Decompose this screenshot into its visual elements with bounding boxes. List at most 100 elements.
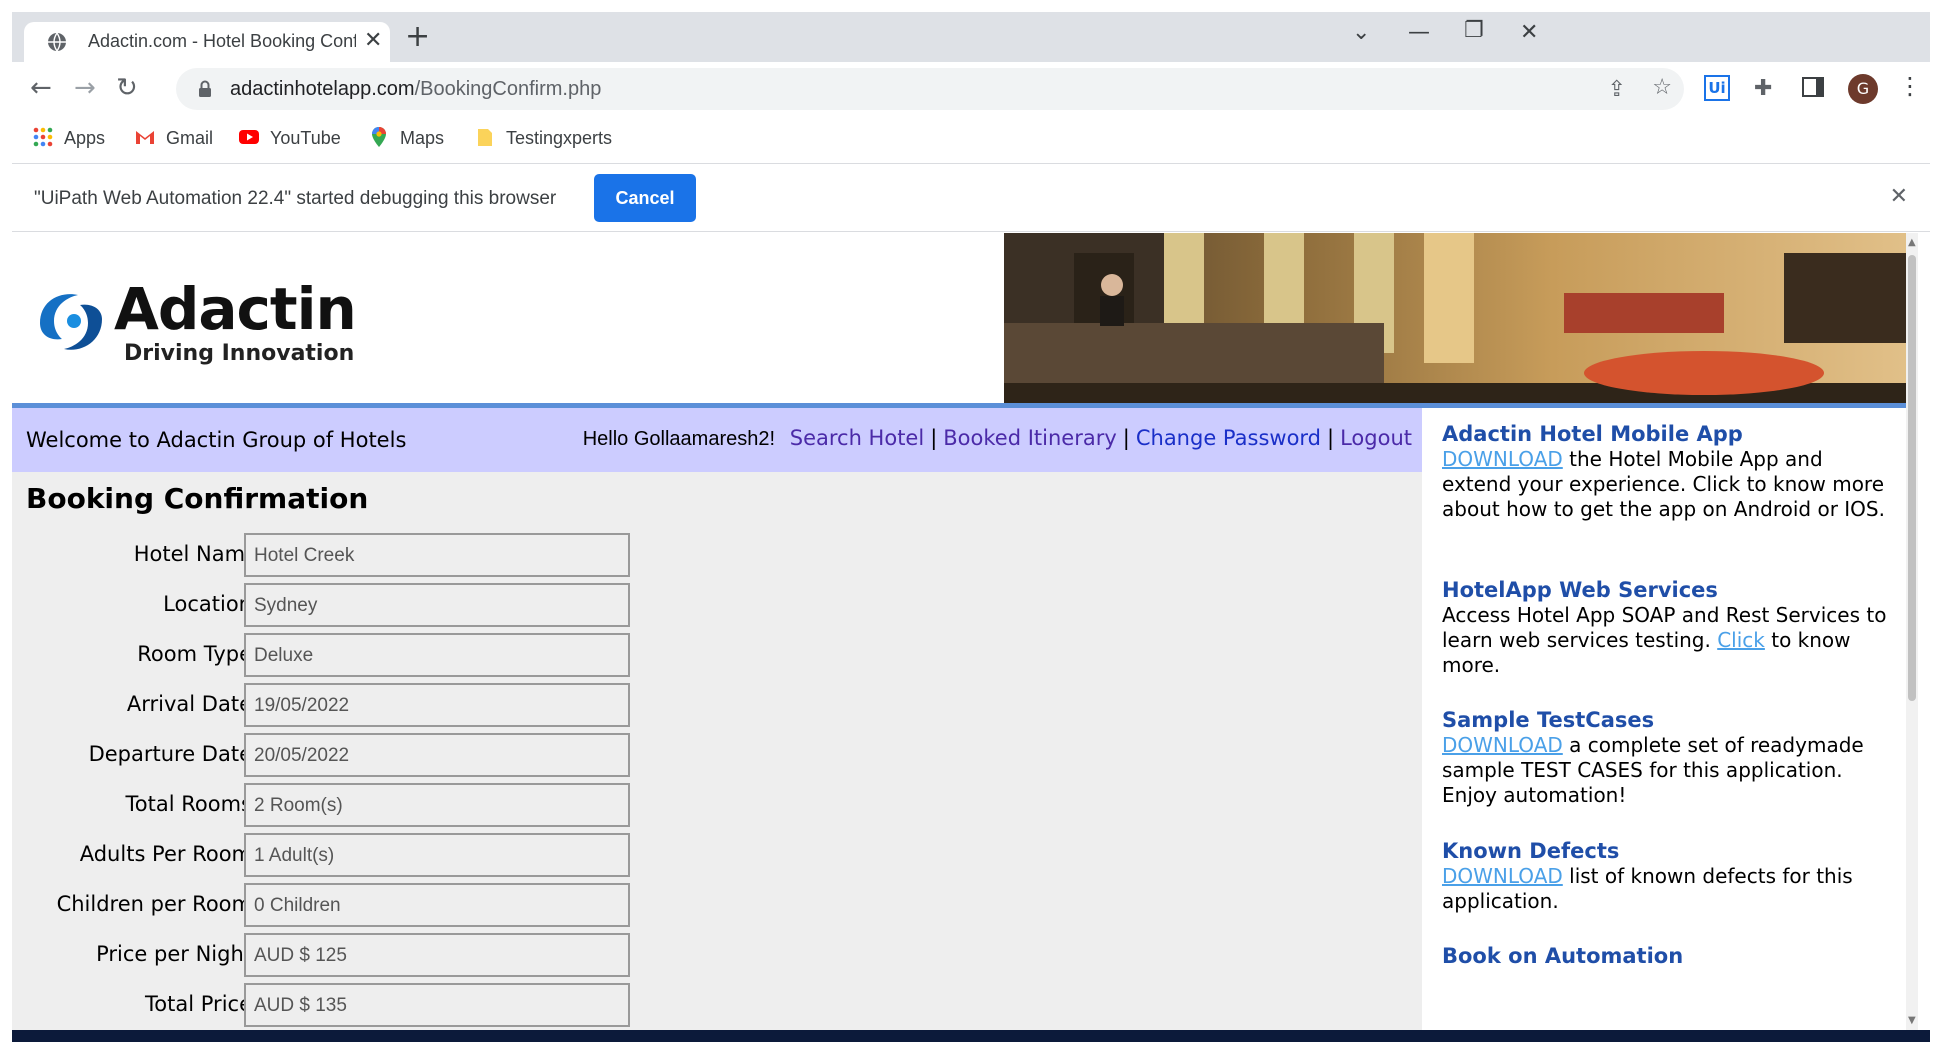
lock-icon xyxy=(199,80,211,97)
known-defects-section: Known Defects DOWNLOAD list of known def… xyxy=(1442,839,1892,914)
book-section: Book on Automation xyxy=(1442,944,1892,969)
bookmark-apps[interactable]: Apps xyxy=(32,127,106,150)
total-rooms-field[interactable]: 2 Room(s) xyxy=(244,783,630,827)
scroll-up-icon[interactable]: ▲ xyxy=(1908,237,1916,248)
share-icon[interactable]: ⇪ xyxy=(1608,77,1626,102)
url-text: adactinhotelapp.com/BookingConfirm.php xyxy=(230,78,602,100)
extensions-puzzle-icon[interactable]: ✚ xyxy=(1754,76,1772,101)
booked-itinerary-link[interactable]: Booked Itinerary xyxy=(943,426,1117,450)
location-field[interactable]: Sydney xyxy=(244,583,630,627)
bookmark-gmail[interactable]: Gmail xyxy=(134,128,213,150)
scroll-down-icon[interactable]: ▼ xyxy=(1908,1015,1916,1026)
tab-title: Adactin.com - Hotel Booking Confirmation xyxy=(88,31,356,51)
restore-icon[interactable]: ❐ xyxy=(1464,18,1484,43)
location-row: Location Sydney xyxy=(12,583,652,627)
reload-icon[interactable]: ↻ xyxy=(116,74,138,102)
cancel-debugging-button[interactable]: Cancel xyxy=(594,174,696,222)
minimize-icon[interactable]: — xyxy=(1408,20,1430,45)
logo-tagline: Driving Innovation xyxy=(124,341,355,366)
mobile-app-download-link[interactable]: DOWNLOAD xyxy=(1442,447,1563,471)
price-per-night-row: Price per Night AUD $ 125 xyxy=(12,933,652,977)
location-label: Location xyxy=(163,592,252,616)
mobile-app-section: Adactin Hotel Mobile App DOWNLOAD the Ho… xyxy=(1442,422,1892,522)
maps-pin-icon xyxy=(372,127,386,148)
page-footer-strip xyxy=(12,1030,1930,1042)
bookmark-star-icon[interactable]: ☆ xyxy=(1652,75,1672,100)
infobar-close-icon[interactable]: ✕ xyxy=(1890,184,1908,209)
address-bar[interactable]: adactinhotelapp.com/BookingConfirm.php ⇪… xyxy=(176,68,1684,110)
tab-close-icon[interactable]: ✕ xyxy=(364,28,382,53)
adults-per-room-field[interactable]: 1 Adult(s) xyxy=(244,833,630,877)
departure-date-row: Departure Date 20/05/2022 xyxy=(12,733,652,777)
side-panel-icon[interactable] xyxy=(1802,77,1824,97)
debug-infobar: "UiPath Web Automation 22.4" started deb… xyxy=(12,164,1930,232)
adults-per-room-label: Adults Per Room xyxy=(79,842,252,866)
departure-date-field[interactable]: 20/05/2022 xyxy=(244,733,630,777)
test-cases-heading: Sample TestCases xyxy=(1442,708,1655,732)
departure-date-label: Departure Date xyxy=(88,742,252,766)
total-price-field[interactable]: AUD $ 135 xyxy=(244,983,630,1027)
total-price-row: Total Price AUD $ 135 xyxy=(12,983,652,1027)
web-services-section: HotelApp Web Services Access Hotel App S… xyxy=(1442,578,1892,678)
bookmark-testingxperts[interactable]: Testingxperts xyxy=(474,128,612,150)
price-per-night-label: Price per Night xyxy=(96,942,252,966)
welcome-text: Welcome to Adactin Group of Hotels xyxy=(26,428,407,452)
adults-per-room-row: Adults Per Room 1 Adult(s) xyxy=(12,833,652,877)
book-on-automation-heading[interactable]: Book on Automation xyxy=(1442,944,1892,969)
hotel-name-field[interactable]: Hotel Creek xyxy=(244,533,630,577)
adactin-logo[interactable]: Adactin Driving Innovation xyxy=(32,273,362,373)
nav-separator: | xyxy=(930,426,938,450)
change-password-link[interactable]: Change Password xyxy=(1136,426,1321,450)
uipath-extension-icon[interactable]: Ui xyxy=(1704,75,1730,101)
web-services-heading: HotelApp Web Services xyxy=(1442,578,1718,602)
hotel-lobby-image xyxy=(1004,233,1918,403)
youtube-icon xyxy=(239,130,259,145)
hotel-name-label: Hotel Name xyxy=(133,542,258,566)
children-per-room-field[interactable]: 0 Children xyxy=(244,883,630,927)
infobar-message: "UiPath Web Automation 22.4" started deb… xyxy=(34,188,557,209)
price-per-night-field[interactable]: AUD $ 125 xyxy=(244,933,630,977)
bookmark-apps-label: Apps xyxy=(64,128,106,148)
search-hotel-link[interactable]: Search Hotel xyxy=(790,426,924,450)
window-close-icon[interactable]: ✕ xyxy=(1520,20,1538,45)
profile-avatar[interactable]: G xyxy=(1848,74,1878,104)
bookmark-youtube-label: YouTube xyxy=(270,128,341,148)
hello-user-text: Hello Gollaamaresh2! xyxy=(582,428,776,450)
tab-search-icon[interactable]: ⌄ xyxy=(1352,20,1370,45)
globe-icon xyxy=(48,32,66,52)
bookmark-youtube[interactable]: YouTube xyxy=(238,128,341,150)
nav-separator: | xyxy=(1122,426,1130,450)
arrival-date-field[interactable]: 19/05/2022 xyxy=(244,683,630,727)
arrival-date-label: Arrival Date xyxy=(126,692,252,716)
sidebar: Adactin Hotel Mobile App DOWNLOAD the Ho… xyxy=(1424,408,1906,1030)
web-services-click-link[interactable]: Click xyxy=(1717,628,1765,652)
test-cases-section: Sample TestCases DOWNLOAD a complete set… xyxy=(1442,708,1892,808)
total-rooms-row: Total Rooms 2 Room(s) xyxy=(12,783,652,827)
known-defects-heading: Known Defects xyxy=(1442,839,1620,863)
bookmark-maps[interactable]: Maps xyxy=(368,127,444,150)
logout-link[interactable]: Logout xyxy=(1340,426,1412,450)
folder-icon xyxy=(478,129,492,147)
room-type-field[interactable]: Deluxe xyxy=(244,633,630,677)
page-title: Booking Confirmation xyxy=(26,482,369,515)
nav-separator: | xyxy=(1327,426,1335,450)
booking-confirmation-panel: Booking Confirmation Hotel Name Hotel Cr… xyxy=(12,472,1422,1030)
new-tab-button[interactable]: + xyxy=(405,22,430,52)
forward-icon[interactable]: → xyxy=(74,74,96,102)
browser-toolbar: ← → ↻ adactinhotelapp.com/BookingConfirm… xyxy=(12,62,1930,118)
web-page: Adactin Driving Innovation Welcome to Ad… xyxy=(12,233,1918,1030)
page-scrollbar[interactable]: ▲ ▼ xyxy=(1906,233,1918,1030)
browser-tab[interactable]: Adactin.com - Hotel Booking Confirmation… xyxy=(24,22,390,62)
back-icon[interactable]: ← xyxy=(30,74,52,102)
logo-wordmark: Adactin xyxy=(114,275,357,343)
mobile-app-heading: Adactin Hotel Mobile App xyxy=(1442,422,1743,446)
children-per-room-label: Children per Room xyxy=(56,892,252,916)
known-defects-download-link[interactable]: DOWNLOAD xyxy=(1442,864,1563,888)
hotel-name-row: Hotel Name Hotel Creek xyxy=(12,533,652,577)
room-type-label: Room Type xyxy=(137,642,252,666)
bookmark-testingxperts-label: Testingxperts xyxy=(506,128,613,148)
scrollbar-thumb[interactable] xyxy=(1908,255,1916,701)
total-price-label: Total Price xyxy=(145,992,252,1016)
menu-kebab-icon[interactable]: ⋮ xyxy=(1898,72,1922,100)
test-cases-download-link[interactable]: DOWNLOAD xyxy=(1442,733,1563,757)
